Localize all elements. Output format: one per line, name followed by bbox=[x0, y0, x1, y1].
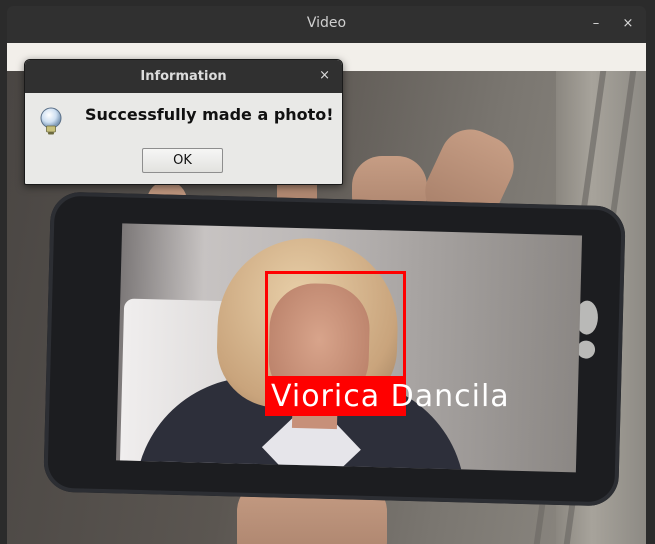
face-detection-label: Viorica Dancila bbox=[271, 379, 510, 414]
ok-button-label: OK bbox=[173, 153, 192, 168]
window-title: Video bbox=[306, 15, 347, 31]
minimize-button[interactable]: – bbox=[583, 12, 609, 36]
close-button[interactable]: × bbox=[615, 12, 641, 36]
lightbulb-icon bbox=[40, 107, 62, 135]
dialog-message: Successfully made a photo! bbox=[85, 105, 334, 124]
ok-button[interactable]: OK bbox=[142, 148, 223, 173]
face-detection-box bbox=[265, 271, 406, 379]
dialog-titlebar[interactable]: Information × bbox=[25, 60, 342, 93]
dialog-title: Information bbox=[140, 69, 227, 84]
information-dialog: Information × Successfully made a photo!… bbox=[24, 59, 343, 185]
dialog-close-button[interactable]: × bbox=[319, 68, 330, 83]
phone-button bbox=[576, 340, 596, 359]
window-titlebar[interactable]: Video – × bbox=[7, 6, 646, 43]
